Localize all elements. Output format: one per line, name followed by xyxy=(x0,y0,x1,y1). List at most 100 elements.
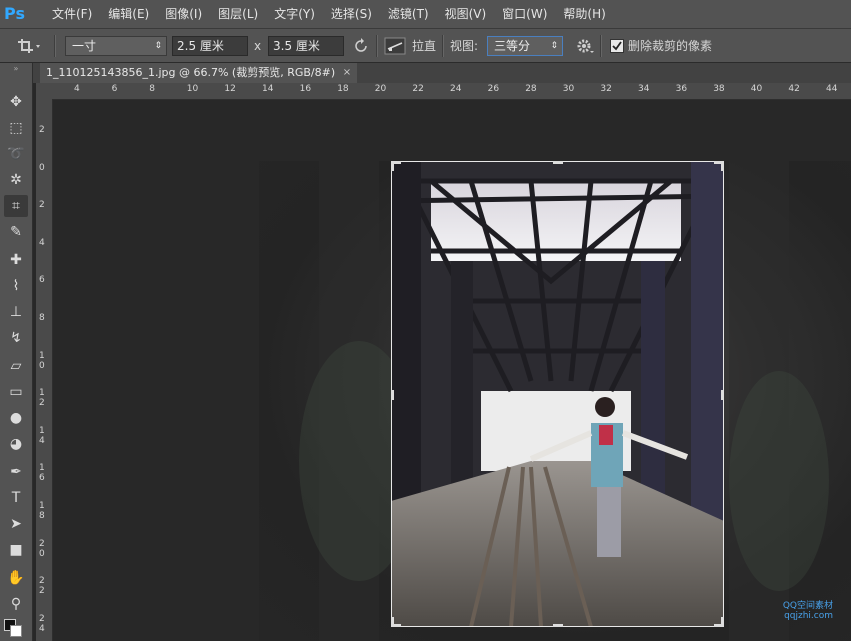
crop-handle-top-left-vertical[interactable] xyxy=(391,161,394,171)
ruler-vertical[interactable]: 2 0 2 4 6 8 1 0 1 2 1 4 1 6 1 8 2 0 2 2 2 4 xyxy=(36,99,53,641)
menu-bar: Ps 文件(F) 编辑(E) 图像(I) 图层(L) 文字(Y) 选择(S) 滤… xyxy=(0,0,851,29)
stamp-icon[interactable]: ⊥ xyxy=(4,301,28,323)
ruler-top-label: 14 xyxy=(262,84,274,94)
menu-filter[interactable]: 滤镜(T) xyxy=(380,0,437,28)
crop-handle-bottom-right-vertical[interactable] xyxy=(721,617,724,627)
menu-list: 文件(F) 编辑(E) 图像(I) 图层(L) 文字(Y) 选择(S) 滤镜(T… xyxy=(44,0,614,28)
separator xyxy=(54,35,56,57)
menu-file[interactable]: 文件(F) xyxy=(44,0,100,28)
view-label: 视图: xyxy=(450,39,479,53)
brush-icon[interactable]: ⌇ xyxy=(4,275,28,297)
crop-icon xyxy=(18,38,40,53)
delete-cropped-checkbox[interactable] xyxy=(610,38,624,53)
ruler-top-label: 16 xyxy=(299,84,312,94)
menu-edit[interactable]: 编辑(E) xyxy=(100,0,157,28)
straighten-label[interactable]: 拉直 xyxy=(412,37,436,54)
ruler-left-label: 1 4 xyxy=(39,425,45,446)
ruler-left-label: 1 0 xyxy=(39,350,45,371)
gradient-icon[interactable]: ▭ xyxy=(4,381,28,403)
background-color-swatch[interactable] xyxy=(10,625,22,637)
menu-image[interactable]: 图像(I) xyxy=(157,0,210,28)
magic-wand-icon[interactable]: ✲ xyxy=(4,169,28,191)
ruler-top-label: 36 xyxy=(675,84,688,94)
width-field[interactable]: 2.5 厘米 xyxy=(172,35,248,56)
separator xyxy=(376,35,378,57)
crop-preset-select[interactable]: 一寸 ⇕ xyxy=(65,35,167,56)
ruler-top-label: 42 xyxy=(788,84,800,94)
menu-select[interactable]: 选择(S) xyxy=(323,0,380,28)
path-select-icon[interactable]: ➤ xyxy=(4,513,28,535)
ruler-top-label: 8 xyxy=(149,84,155,94)
height-field[interactable]: 3.5 厘米 xyxy=(268,35,344,56)
blur-icon[interactable]: ● xyxy=(4,407,28,429)
hand-icon[interactable]: ✋ xyxy=(4,567,28,589)
healing-icon[interactable]: ✚ xyxy=(4,249,28,271)
ruler-top-label: 12 xyxy=(224,84,236,94)
crop-icon[interactable]: ⌗ xyxy=(4,195,28,217)
ruler-left-label: 8 xyxy=(39,313,45,323)
overlay-view-value: 三等分 xyxy=(494,38,531,53)
crop-tool-preset[interactable] xyxy=(16,29,42,62)
gear-icon[interactable] xyxy=(575,37,595,55)
pen-icon[interactable]: ✒ xyxy=(4,461,28,483)
ruler-top-label: 34 xyxy=(638,84,650,94)
overlay-view-select[interactable]: 三等分 ⇕ xyxy=(487,35,563,56)
lasso-icon[interactable]: ➰ xyxy=(4,143,28,165)
crop-preview-photo[interactable] xyxy=(391,161,724,627)
crop-handle-top[interactable] xyxy=(553,161,563,164)
tools-panel: » ✥ ⬚ ➰ ✲ ⌗ ✎ ✚ ⌇ ⊥ ↯ ▱ ▭ ● ◕ ✒ T ➤ ■ ✋ … xyxy=(0,63,33,641)
ruler-top-label: 40 xyxy=(750,84,763,94)
menu-help[interactable]: 帮助(H) xyxy=(555,0,613,28)
dodge-icon[interactable]: ◕ xyxy=(4,433,28,455)
watermark: QQ空间素材 qqjzhi.com xyxy=(783,601,833,621)
separator xyxy=(442,35,444,57)
rotate-icon[interactable] xyxy=(352,37,370,55)
zoom-icon[interactable]: ⚲ xyxy=(4,593,28,615)
menu-layer[interactable]: 图层(L) xyxy=(210,0,266,28)
document-tab-bar: 1_110125143856_1.jpg @ 66.7% (裁剪预览, RGB/… xyxy=(0,63,851,83)
ruler-top-label: 10 xyxy=(186,84,199,94)
ruler-left-label: 2 4 xyxy=(39,613,45,634)
ruler-top-label: 20 xyxy=(374,84,387,94)
ruler-left-label: 0 xyxy=(39,162,45,173)
watermark-line-2: qqjzhi.com xyxy=(784,611,833,621)
rectangle-icon[interactable]: ■ xyxy=(4,539,28,561)
straighten-icon[interactable] xyxy=(384,36,406,56)
eyedropper-icon[interactable]: ✎ xyxy=(4,221,28,243)
swap-dimensions-label[interactable]: x xyxy=(254,39,261,53)
crop-handle-bottom[interactable] xyxy=(553,624,563,627)
ruler-top-label: 44 xyxy=(826,84,838,94)
delete-cropped-label[interactable]: 删除裁剪的像素 xyxy=(628,37,712,54)
crop-handle-right[interactable] xyxy=(721,390,724,400)
move-icon[interactable]: ✥ xyxy=(4,91,28,113)
crop-handle-left[interactable] xyxy=(391,390,394,400)
menu-view[interactable]: 视图(V) xyxy=(437,0,495,28)
menu-window[interactable]: 窗口(W) xyxy=(494,0,555,28)
railway-bridge-scene xyxy=(391,161,724,627)
ruler-left-label: 4 xyxy=(39,237,45,248)
history-brush-icon[interactable]: ↯ xyxy=(4,327,28,349)
close-icon[interactable]: × xyxy=(343,63,351,83)
document-tab[interactable]: 1_110125143856_1.jpg @ 66.7% (裁剪预览, RGB/… xyxy=(40,63,358,83)
marquee-icon[interactable]: ⬚ xyxy=(4,117,28,139)
ruler-top-label: 6 xyxy=(111,84,118,94)
document-tab-title: 1_110125143856_1.jpg @ 66.7% (裁剪预览, RGB/… xyxy=(46,66,336,79)
ruler-horizontal[interactable]: 4 6 8 10 12 14 16 18 20 22 24 26 28 30 32 34 36 38 40 42 44 xyxy=(36,83,851,100)
ruler-top-label: 30 xyxy=(562,84,575,94)
canvas-area[interactable]: QQ空间素材 qqjzhi.com xyxy=(53,100,851,641)
ruler-top-label: 18 xyxy=(337,84,349,94)
menu-type[interactable]: 文字(Y) xyxy=(266,0,323,28)
ruler-left-label: 6 xyxy=(39,275,45,286)
ruler-left-label: 2 xyxy=(39,125,45,135)
ruler-left-label: 2 2 xyxy=(39,576,45,597)
type-icon[interactable]: T xyxy=(4,487,28,509)
eraser-icon[interactable]: ▱ xyxy=(4,355,28,377)
crop-handle-bottom-left-vertical[interactable] xyxy=(391,617,394,627)
photoshop-logo: Ps xyxy=(4,4,25,23)
crop-handle-top-right-vertical[interactable] xyxy=(721,161,724,171)
ruler-top-label: 4 xyxy=(74,84,80,94)
ruler-left-label: 1 2 xyxy=(39,388,45,409)
ruler-top-label: 32 xyxy=(600,84,612,94)
separator xyxy=(600,35,602,57)
collapse-icon[interactable]: » xyxy=(0,65,32,73)
